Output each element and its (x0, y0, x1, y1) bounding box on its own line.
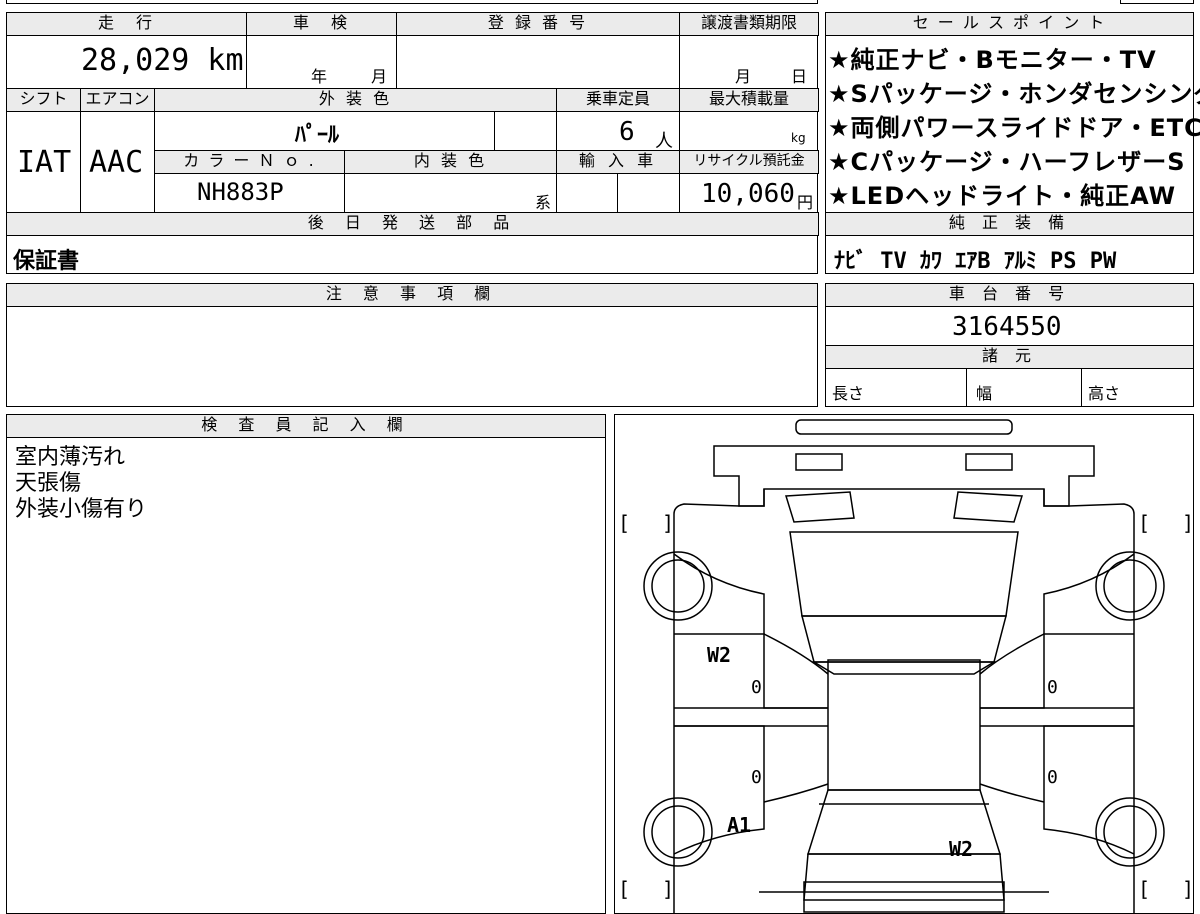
zero-mark-right-lower: 0 (1047, 767, 1058, 788)
inspection-year: 年 (311, 67, 328, 86)
aircon-value: AAC (89, 145, 144, 180)
later-parts-value: 保証書 (13, 249, 80, 274)
shift-label: シフト (6, 88, 81, 112)
bracket-fl-open: [ (618, 877, 630, 901)
exterior-color-value: ﾊﾟｰﾙ (295, 123, 340, 148)
mileage-value: 28,029 km (81, 43, 244, 78)
top-strip (6, 0, 818, 4)
sales-point-item: ★LEDヘッドライト・純正AW (828, 182, 1177, 210)
sales-points-label: セ ー ル ス ポ イ ン ト (825, 12, 1194, 36)
chassis-number-value: 3164550 (952, 312, 1062, 342)
damage-mark-front: W2 (949, 837, 974, 861)
damage-mark-front-left: A1 (727, 813, 752, 837)
inspector-note-line: 室内薄汚れ (15, 445, 126, 470)
capacity-value: 6 (619, 117, 635, 147)
factory-equipment-value: ﾅﾋﾞ TV ｶﾜ ｴｱB ｱﾙﾐ PS PW (834, 249, 1117, 274)
later-parts-label: 後 日 発 送 部 品 (6, 212, 819, 236)
mileage-label: 走 行 (6, 12, 247, 36)
bracket-rl-close: ] (662, 511, 674, 535)
zero-mark-right-upper: 0 (1047, 677, 1058, 698)
sales-points-panel: セ ー ル ス ポ イ ン ト ★純正ナビ・Bモニター・TV ★Sパッケージ・ホン… (825, 12, 1200, 274)
zero-mark-left-upper: 0 (751, 677, 762, 698)
exterior-color-label: 外 装 色 (154, 88, 557, 112)
notes-panel: 注 意 事 項 欄 (6, 283, 818, 407)
import-label: 輸 入 車 (556, 150, 680, 174)
color-no-label: カ ラ ー Ｎ ｏ . (154, 150, 345, 174)
car-diagram-panel: [ ] [ ] [ ] [ ] W2 A1 W2 0 0 0 0 (614, 414, 1194, 914)
car-diagram: [ ] [ ] [ ] [ ] (618, 419, 1194, 914)
deadline-month: 月 (735, 67, 752, 86)
max-load-label: 最大積載量 (679, 88, 819, 112)
spec-height: 高さ (1088, 384, 1121, 403)
spec-length: 長さ (832, 384, 865, 403)
capacity-label: 乗車定員 (556, 88, 680, 112)
bracket-rr-open: [ (1138, 511, 1150, 535)
load-unit: kg (791, 131, 806, 145)
color-no-value: NH883P (197, 178, 284, 206)
sales-point-item: ★Cパッケージ・ハーフレザーS (828, 148, 1186, 176)
damage-mark-rear-left: W2 (707, 643, 732, 667)
bracket-rl-open: [ (618, 511, 630, 535)
inspector-label: 検 査 員 記 入 欄 (6, 414, 606, 438)
bracket-fr-open: [ (1138, 877, 1150, 901)
inspector-lines: 室内薄汚れ 天張傷 外装小傷有り (15, 445, 147, 523)
deadline-day: 日 (791, 67, 808, 86)
inspection-month: 月 (371, 67, 388, 86)
registration-label: 登 録 番 号 (396, 12, 680, 36)
inspector-note-line: 外装小傷有り (15, 497, 148, 522)
inspector-note-line: 天張傷 (15, 471, 82, 496)
chassis-panel: 車 台 番 号 3164550 諸 元 長さ 幅 高さ (825, 283, 1194, 407)
bracket-fr-close: ] (1182, 877, 1194, 901)
sales-point-item: ★純正ナビ・Bモニター・TV (828, 46, 1157, 74)
aircon-label: エアコン (80, 88, 155, 112)
sales-points-list: ★純正ナビ・Bモニター・TV ★Sパッケージ・ホンダセンシング ★両側パワースライド… (828, 43, 1200, 213)
recycle-label: リサイクル預託金 (679, 150, 819, 174)
spec-width: 幅 (976, 384, 993, 403)
transfer-deadline-label: 譲渡書類期限 (679, 12, 819, 36)
bracket-fl-close: ] (662, 877, 674, 901)
recycle-unit: 円 (797, 193, 814, 212)
zero-mark-left-lower: 0 (751, 767, 762, 788)
interior-suffix: 系 (535, 193, 552, 212)
inspection-label: 車 検 (246, 12, 397, 36)
shift-value: IAT (17, 145, 72, 180)
interior-color-label: 内 装 色 (344, 150, 557, 174)
vehicle-info-table: 走 行 車 検 登 録 番 号 譲渡書類期限 28,029 km 年 月 月 日… (6, 12, 819, 274)
sales-point-item: ★両側パワースライドドア・ETC (828, 114, 1200, 142)
recycle-value: 10,060 (701, 179, 795, 209)
sales-point-item: ★Sパッケージ・ホンダセンシング (828, 80, 1200, 108)
bracket-rr-close: ] (1182, 511, 1194, 535)
factory-equipment-label: 純 正 装 備 (825, 212, 1194, 236)
top-strip-right (1120, 0, 1194, 4)
inspector-panel: 検 査 員 記 入 欄 室内薄汚れ 天張傷 外装小傷有り (6, 414, 606, 914)
notes-label: 注 意 事 項 欄 (6, 283, 818, 307)
specifications-label: 諸 元 (825, 345, 1194, 369)
chassis-number-label: 車 台 番 号 (825, 283, 1194, 307)
